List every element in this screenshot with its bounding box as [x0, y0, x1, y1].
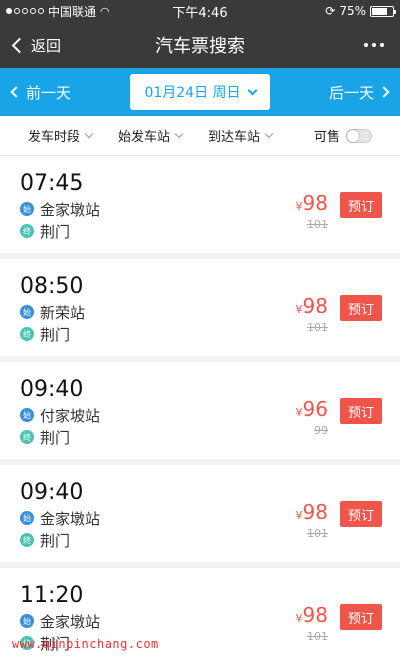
currency: ¥: [295, 200, 303, 213]
chevron-down-icon: [174, 129, 184, 138]
destination-station: 荆门: [40, 531, 71, 550]
chevron-left-icon: [10, 86, 22, 98]
original-price: 101: [307, 630, 328, 643]
date-bar: 前一天 01月24日 周日 后一天: [0, 68, 400, 116]
rotation-lock-icon: ⟳: [325, 4, 336, 18]
currency: ¥: [295, 406, 303, 419]
currency: ¥: [295, 612, 303, 625]
price-box: ¥96 99: [296, 398, 328, 437]
watermark: www.qinpinchang.com: [12, 637, 159, 651]
back-chevron-icon: [11, 37, 28, 53]
book-button[interactable]: 预订: [340, 295, 382, 321]
trip-card[interactable]: 09:40 始金家墩站 终荆门 ¥98 101 预订: [0, 465, 400, 562]
currency: ¥: [295, 509, 303, 522]
price: ¥98: [296, 501, 328, 527]
book-button[interactable]: 预订: [340, 192, 382, 218]
price: ¥98: [296, 192, 328, 218]
battery-percent: 75%: [339, 4, 366, 18]
price-box: ¥98 101: [296, 604, 328, 643]
prev-day-button[interactable]: 前一天: [10, 82, 72, 103]
filter-bar: 发车时段 始发车站 到达车站 可售: [0, 116, 400, 156]
destination-station: 荆门: [40, 222, 71, 241]
currency: ¥: [295, 303, 303, 316]
filter-label: 始发车站: [118, 130, 171, 145]
signal-icon: [6, 8, 44, 14]
original-price: 99: [314, 424, 328, 437]
origin-badge-icon: 始: [20, 614, 34, 628]
original-price: 101: [307, 218, 328, 231]
origin-station: 付家坡站: [40, 406, 101, 425]
price-value: 96: [302, 397, 328, 421]
prev-day-label: 前一天: [26, 83, 72, 102]
price-value: 98: [302, 603, 328, 627]
next-day-button[interactable]: 后一天: [328, 82, 390, 103]
trip-card[interactable]: 08:50 始新荣站 终荆门 ¥98 101 预订: [0, 259, 400, 356]
destination-station: 荆门: [40, 325, 71, 344]
chevron-right-icon: [378, 86, 390, 98]
origin-badge-icon: 始: [20, 511, 34, 525]
price-value: 98: [302, 294, 328, 318]
trip-list: 07:45 始金家墩站 终荆门 ¥98 101 预订 08:50 始新荣站 终荆…: [0, 156, 400, 665]
filter-label: 发车时段: [28, 130, 81, 145]
available-label: 可售: [313, 130, 340, 145]
more-dot-icon: [380, 43, 384, 47]
destination-badge-icon: 终: [20, 533, 34, 547]
filter-label: 到达车站: [208, 130, 261, 145]
origin-badge-icon: 始: [20, 202, 34, 216]
origin-station: 金家墩站: [40, 612, 101, 631]
book-button[interactable]: 预订: [340, 398, 382, 424]
origin-station: 金家墩站: [40, 509, 101, 528]
original-price: 101: [307, 527, 328, 540]
price: ¥96: [296, 398, 328, 424]
filter-origin-station[interactable]: 始发车站: [118, 126, 184, 145]
status-bar: 中国联通 ◠ 下午4:46 ⟳ 75%: [0, 0, 400, 22]
chevron-down-icon: [247, 85, 257, 95]
destination-badge-icon: 终: [20, 327, 34, 341]
origin-station: 金家墩站: [40, 200, 101, 219]
next-day-label: 后一天: [328, 83, 374, 102]
available-toggle[interactable]: [346, 128, 372, 143]
chevron-down-icon: [264, 129, 274, 138]
origin-badge-icon: 始: [20, 408, 34, 422]
destination-badge-icon: 终: [20, 430, 34, 444]
date-selector[interactable]: 01月24日 周日: [130, 74, 270, 110]
price-value: 98: [302, 500, 328, 524]
trip-card[interactable]: 09:40 始付家坡站 终荆门 ¥96 99 预订: [0, 362, 400, 459]
price-box: ¥98 101: [296, 192, 328, 231]
more-button[interactable]: [348, 22, 400, 68]
nav-bar: 返回 汽车票搜索: [0, 22, 400, 68]
price-box: ¥98 101: [296, 295, 328, 334]
origin-station: 新荣站: [40, 303, 86, 322]
price: ¥98: [296, 604, 328, 630]
price-value: 98: [302, 191, 328, 215]
date-label: 01月24日 周日: [144, 85, 241, 101]
back-button[interactable]: 返回: [0, 22, 75, 68]
back-label: 返回: [31, 36, 62, 55]
price: ¥98: [296, 295, 328, 321]
carrier-name: 中国联通: [48, 4, 97, 19]
original-price: 101: [307, 321, 328, 334]
trip-card[interactable]: 07:45 始金家墩站 终荆门 ¥98 101 预订: [0, 156, 400, 253]
destination-badge-icon: 终: [20, 224, 34, 238]
book-button[interactable]: 预订: [340, 501, 382, 527]
wifi-icon: ◠: [100, 4, 110, 18]
more-dot-icon: [372, 43, 376, 47]
filter-destination-station[interactable]: 到达车站: [208, 126, 274, 145]
price-box: ¥98 101: [296, 501, 328, 540]
battery-icon: [370, 5, 396, 17]
chevron-down-icon: [84, 129, 94, 138]
book-button[interactable]: 预订: [340, 604, 382, 630]
destination-station: 荆门: [40, 428, 71, 447]
origin-badge-icon: 始: [20, 305, 34, 319]
more-dot-icon: [364, 43, 368, 47]
available-filter: 可售: [314, 126, 372, 145]
filter-departure-time[interactable]: 发车时段: [28, 126, 94, 145]
